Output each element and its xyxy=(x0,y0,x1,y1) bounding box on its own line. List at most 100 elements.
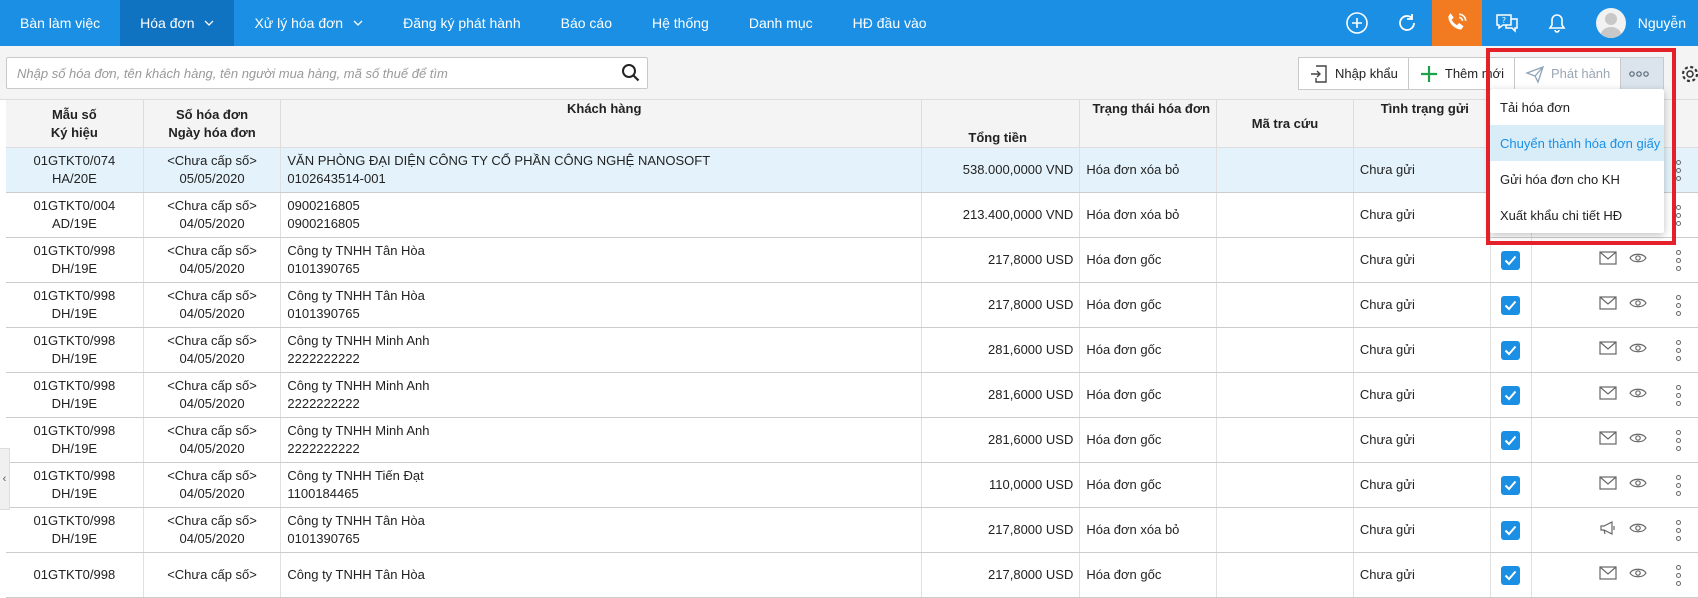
eye-icon[interactable] xyxy=(1629,251,1647,269)
symbol: DH/19E xyxy=(51,261,98,276)
table-row[interactable]: 01GTKT0/998 DH/19E <Chưa cấp số> 04/05/2… xyxy=(6,418,1698,463)
import-button[interactable]: Nhập khẩu xyxy=(1299,58,1409,89)
cell-check xyxy=(1491,373,1532,417)
table-row[interactable]: 01GTKT0/998 DH/19E <Chưa cấp số> 04/05/2… xyxy=(6,328,1698,373)
nav-item-0[interactable]: Bàn làm việc xyxy=(0,0,120,46)
kebab-menu-icon[interactable] xyxy=(1675,429,1681,451)
eye-icon[interactable] xyxy=(1629,431,1647,449)
header-send-status[interactable]: Tình trạng gửi xyxy=(1354,100,1491,147)
checkbox[interactable] xyxy=(1501,385,1521,405)
kebab-menu-icon[interactable] xyxy=(1675,474,1681,496)
header-template-symbol[interactable]: Mẫu số Ký hiệu xyxy=(6,100,144,147)
kebab-menu-icon[interactable] xyxy=(1675,564,1681,586)
table-row[interactable]: 01GTKT0/998 DH/19E <Chưa cấp số> 04/05/2… xyxy=(6,463,1698,508)
checkbox[interactable] xyxy=(1501,295,1521,315)
nav-item-1[interactable]: Hóa đơn xyxy=(120,0,235,46)
cell-lookup-code xyxy=(1217,553,1354,597)
search-input[interactable] xyxy=(7,59,615,87)
kebab-menu-icon[interactable] xyxy=(1675,519,1681,541)
checkbox[interactable] xyxy=(1501,475,1521,495)
tax-code: 2222222222 xyxy=(287,351,360,366)
gear-icon[interactable] xyxy=(1680,64,1698,87)
kebab-menu-icon[interactable] xyxy=(1675,294,1681,316)
template-number: 01GTKT0/998 xyxy=(33,243,116,258)
kebab-menu-icon[interactable] xyxy=(1675,339,1681,361)
cell-invoice-number: <Chưa cấp số> 04/05/2020 xyxy=(144,328,282,372)
kebab-menu-icon[interactable] xyxy=(1675,159,1681,181)
eye-icon[interactable] xyxy=(1629,566,1647,584)
checkbox[interactable] xyxy=(1501,565,1521,585)
kebab-menu-icon[interactable] xyxy=(1675,204,1681,226)
header-total[interactable]: Tổng tiền xyxy=(922,100,1081,147)
nav-item-4[interactable]: Báo cáo xyxy=(541,0,632,46)
invoice-status: Hóa đơn gốc xyxy=(1086,477,1162,492)
header-invoice-number-date[interactable]: Số hóa đơn Ngày hóa đơn xyxy=(144,100,282,147)
header-customer[interactable]: Khách hàng xyxy=(281,100,922,147)
tax-code: 0101390765 xyxy=(287,306,360,321)
checkbox[interactable] xyxy=(1501,340,1521,360)
import-icon xyxy=(1311,64,1327,83)
cell-status: Hóa đơn gốc xyxy=(1080,553,1218,597)
table-row[interactable]: 01GTKT0/998 DH/19E <Chưa cấp số> 04/05/2… xyxy=(6,373,1698,418)
table-row[interactable]: 01GTKT0/998 DH/19E <Chưa cấp số> 04/05/2… xyxy=(6,283,1698,328)
total-amount: 217,8000 USD xyxy=(988,252,1074,267)
nav-item-3[interactable]: Đăng ký phát hành xyxy=(383,0,541,46)
cell-menu xyxy=(1659,418,1698,462)
search-box xyxy=(6,57,648,89)
table-row[interactable]: 01GTKT0/998 DH/19E <Chưa cấp số> 04/05/2… xyxy=(6,508,1698,553)
symbol: DH/19E xyxy=(51,531,98,546)
mail-icon[interactable] xyxy=(1599,475,1617,495)
kebab-menu-icon[interactable] xyxy=(1675,249,1681,271)
nav-item-label: Xử lý hóa đơn xyxy=(254,15,344,31)
table-row[interactable]: 01GTKT0/998 <Chưa cấp số> Công ty TNHH T… xyxy=(6,553,1698,598)
table-header: Mẫu số Ký hiệu Số hóa đơn Ngày hóa đơn K… xyxy=(6,100,1698,148)
checkbox[interactable] xyxy=(1501,430,1521,450)
symbol: AD/19E xyxy=(51,216,97,231)
eye-icon[interactable] xyxy=(1629,476,1647,494)
eye-icon[interactable] xyxy=(1629,296,1647,314)
nav-item-7[interactable]: HĐ đầu vào xyxy=(833,0,947,46)
table-row[interactable]: 01GTKT0/004 AD/19E <Chưa cấp số> 04/05/2… xyxy=(6,193,1698,238)
eye-icon[interactable] xyxy=(1629,341,1647,359)
collapse-left-tab[interactable]: ‹ xyxy=(0,448,10,510)
cell-send-status: Chưa gửi xyxy=(1354,553,1491,597)
tax-code: 1100184465 xyxy=(287,486,359,501)
template-number: 01GTKT0/998 xyxy=(33,378,116,393)
phone-icon[interactable] xyxy=(1431,0,1482,46)
invoice-status: Hóa đơn gốc xyxy=(1086,432,1162,447)
bell-icon[interactable] xyxy=(1532,0,1582,46)
plus-circle-icon[interactable] xyxy=(1332,0,1382,46)
cell-send-status: Chưa gửi xyxy=(1354,418,1491,462)
search-icon[interactable] xyxy=(615,58,647,88)
nav-item-2[interactable]: Xử lý hóa đơn xyxy=(234,0,383,46)
cell-actions xyxy=(1532,463,1659,507)
mail-icon[interactable] xyxy=(1599,565,1617,585)
nav-item-6[interactable]: Danh mục xyxy=(729,0,833,46)
mail-icon[interactable] xyxy=(1599,340,1617,360)
eye-icon[interactable] xyxy=(1629,521,1647,539)
cell-customer: Công ty TNHH Minh Anh 2222222222 xyxy=(281,328,922,372)
header-lookup-code[interactable]: Mã tra cứu xyxy=(1217,100,1354,147)
table-row[interactable]: 01GTKT0/998 DH/19E <Chưa cấp số> 04/05/2… xyxy=(6,238,1698,283)
header-invoice-status[interactable]: Trạng thái hóa đơn xyxy=(1080,100,1218,147)
table-row[interactable]: 01GTKT0/074 HA/20E <Chưa cấp số> 05/05/2… xyxy=(6,148,1698,193)
checkbox[interactable] xyxy=(1501,520,1521,540)
mail-icon[interactable] xyxy=(1599,295,1617,315)
chevron-down-icon xyxy=(204,18,214,29)
checkbox[interactable] xyxy=(1501,250,1521,270)
invoice-number: <Chưa cấp số> xyxy=(167,567,257,582)
help-chat-icon[interactable]: ? xyxy=(1482,0,1532,46)
nav-item-label: Đăng ký phát hành xyxy=(403,15,521,31)
megaphone-icon[interactable] xyxy=(1599,520,1617,541)
refresh-icon[interactable] xyxy=(1382,0,1432,46)
cell-check xyxy=(1491,418,1532,462)
nav-item-5[interactable]: Hệ thống xyxy=(632,0,729,46)
eye-icon[interactable] xyxy=(1629,386,1647,404)
mail-icon[interactable] xyxy=(1599,385,1617,405)
cell-lookup-code xyxy=(1217,463,1354,507)
mail-icon[interactable] xyxy=(1599,430,1617,450)
mail-icon[interactable] xyxy=(1599,250,1617,270)
kebab-menu-icon[interactable] xyxy=(1675,384,1681,406)
cell-lookup-code xyxy=(1217,238,1354,282)
user-menu[interactable]: Nguyễn xyxy=(1582,0,1698,46)
